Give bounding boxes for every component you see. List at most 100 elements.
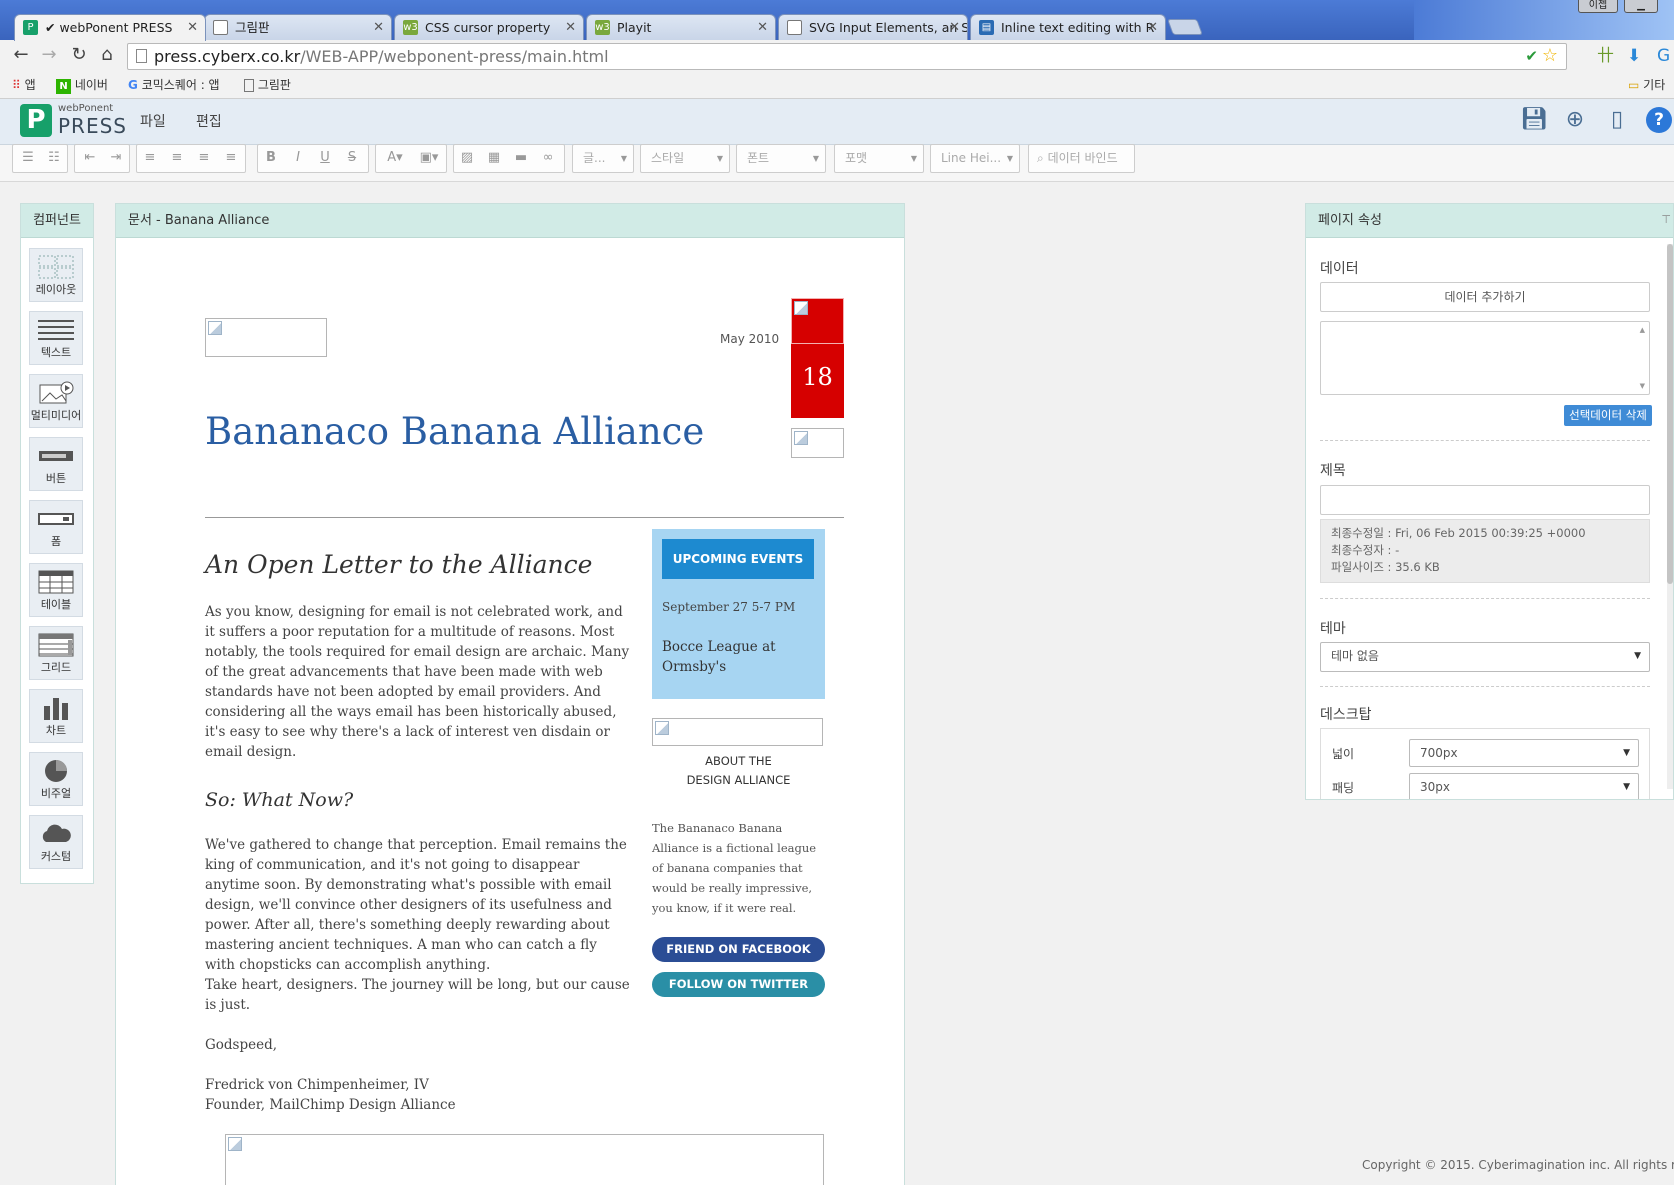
pin-icon[interactable]: ⊤ (1661, 213, 1671, 226)
indent-icon[interactable]: ⇥ (104, 147, 128, 169)
calendar-image[interactable] (791, 298, 844, 344)
component-text[interactable]: 텍스트 (29, 311, 83, 365)
ordered-list-icon[interactable]: ☰ (16, 147, 40, 169)
newsletter-title[interactable]: Bananaco Banana Alliance (205, 410, 704, 453)
bookmark-comicsquare[interactable]: G 코믹스퀘어 : 앱 (128, 72, 220, 98)
forward-icon[interactable]: → (38, 44, 60, 66)
component-grid[interactable]: 그리드 (29, 626, 83, 680)
help-icon[interactable]: ? (1646, 107, 1672, 133)
insert-image-icon[interactable]: ▨ (455, 147, 479, 169)
author-name[interactable]: Fredrick von Chimpenheimer, IV (205, 1075, 630, 1095)
address-bar[interactable]: press.cyberx.co.kr/WEB-APP/webponent-pre… (127, 43, 1567, 70)
other-bookmarks[interactable]: ▭ 기타 (1628, 72, 1665, 98)
format-select[interactable]: 포맷 ▼ (834, 144, 924, 173)
component-layout[interactable]: 레이아웃 (29, 248, 83, 302)
paragraph-intro[interactable]: As you know, designing for email is not … (205, 602, 630, 762)
component-visual[interactable]: 비주얼 (29, 752, 83, 806)
delete-selected-data-button[interactable]: 선택데이터 삭제 (1564, 405, 1652, 426)
close-tab-icon[interactable]: ✕ (757, 15, 768, 40)
component-chart[interactable]: 차트 (29, 689, 83, 743)
align-left-icon[interactable]: ≡ (138, 147, 162, 169)
google-extension-icon[interactable]: G (1657, 46, 1670, 66)
link-icon[interactable]: ∞ (536, 147, 560, 169)
about-text[interactable]: The Bananaco Banana Alliance is a fictio… (652, 818, 827, 918)
heading-open-letter[interactable]: An Open Letter to the Alliance (205, 550, 592, 579)
scroll-up-icon[interactable]: ▲ (1640, 326, 1645, 334)
extension-icon[interactable]: 卄 (1597, 46, 1614, 66)
font-size-select[interactable]: 글... ▼ (572, 144, 634, 173)
unordered-list-icon[interactable]: ☷ (42, 147, 66, 169)
align-justify-icon[interactable]: ≡ (219, 147, 243, 169)
component-form[interactable]: 폼 (29, 500, 83, 554)
width-select[interactable]: 700px ▼ (1409, 739, 1639, 767)
reload-icon[interactable]: ↻ (68, 44, 90, 66)
upcoming-events-header[interactable]: UPCOMING EVENTS (662, 539, 814, 579)
menu-edit[interactable]: 편집 (196, 111, 222, 131)
background-color-icon[interactable]: ▣▾ (414, 147, 444, 169)
sign-off[interactable]: Godspeed, (205, 1035, 630, 1055)
bold-icon[interactable]: B (259, 147, 283, 169)
data-list[interactable]: ▲ ▼ (1320, 321, 1650, 395)
line-height-select[interactable]: Line Hei... ▼ (930, 144, 1020, 173)
save-icon[interactable]: 💾︎ (1520, 107, 1548, 133)
bookmark-paint[interactable]: 그림판 (244, 72, 291, 98)
close-tab-icon[interactable]: ✕ (565, 15, 576, 40)
home-icon[interactable]: ⌂ (96, 44, 118, 66)
align-right-icon[interactable]: ≡ (192, 147, 216, 169)
data-bind-button[interactable]: ⌕ 데이터 바인드 (1028, 144, 1135, 173)
insert-table-icon[interactable]: ▦ (482, 147, 506, 169)
italic-icon[interactable]: I (286, 147, 310, 169)
tab-paint[interactable]: 그림판 ✕ (204, 14, 392, 40)
properties-scrollbar[interactable] (1667, 244, 1673, 789)
window-user-button[interactable]: 이젭 (1578, 0, 1618, 13)
star-bookmark-icon[interactable]: ☆ (1542, 43, 1558, 68)
scrollbar-thumb[interactable] (1667, 244, 1673, 584)
component-button[interactable]: 버튼 (29, 437, 83, 491)
twitter-button[interactable]: FOLLOW ON TWITTER (652, 972, 825, 997)
download-icon[interactable]: ⬇ (1627, 46, 1641, 66)
back-icon[interactable]: ← (10, 44, 32, 66)
paragraph-take-heart[interactable]: Take heart, designers. The journey will … (205, 975, 630, 1015)
underline-icon[interactable]: U (313, 147, 337, 169)
bookmark-apps[interactable]: ⠿ 앱 (12, 72, 36, 98)
header-logo-image[interactable] (205, 318, 327, 357)
footer-image[interactable] (225, 1134, 824, 1185)
theme-select[interactable]: 테마 없음 ▼ (1320, 642, 1650, 672)
component-multimedia[interactable]: 멀티미디어 (29, 374, 83, 428)
tab-webponent-press[interactable]: P ✔ webPonent PRESS ✕ (14, 14, 206, 41)
small-image[interactable] (791, 428, 844, 458)
horizontal-rule-icon[interactable]: ▬ (509, 147, 533, 169)
close-tab-icon[interactable]: ✕ (373, 15, 384, 40)
outdent-icon[interactable]: ⇤ (78, 147, 102, 169)
minimize-button[interactable]: ▁ (1624, 0, 1658, 13)
paragraph-perception[interactable]: We've gathered to change that perception… (205, 835, 630, 975)
strikethrough-icon[interactable]: S (340, 147, 364, 169)
about-image[interactable] (652, 718, 823, 746)
style-select[interactable]: 스타일 ▼ (640, 144, 730, 173)
component-table[interactable]: 테이블 (29, 563, 83, 617)
scroll-down-icon[interactable]: ▼ (1640, 382, 1645, 390)
font-color-icon[interactable]: A▾ (380, 147, 410, 169)
component-custom[interactable]: 커스텀 (29, 815, 83, 869)
tab-playit[interactable]: w3 Playit ✕ (586, 14, 776, 40)
align-center-icon[interactable]: ≡ (165, 147, 189, 169)
subject-input[interactable] (1320, 485, 1650, 515)
event-name[interactable]: Bocce League at Ormsby's (662, 637, 812, 677)
tab-inline-editing[interactable]: ▤ Inline text editing with R ✕ (970, 14, 1166, 40)
tab-css-cursor[interactable]: w3 CSS cursor property ✕ (394, 14, 584, 40)
font-select[interactable]: 폰트 ▼ (736, 144, 826, 173)
new-tab-button[interactable] (1167, 19, 1203, 35)
menu-file[interactable]: 파일 (140, 111, 166, 131)
padding-select[interactable]: 30px ▼ (1409, 773, 1639, 799)
add-data-button[interactable]: 데이터 추가하기 (1320, 282, 1650, 312)
facebook-button[interactable]: FRIEND ON FACEBOOK (652, 937, 825, 962)
target-icon[interactable]: ⊕ (1562, 107, 1588, 133)
heading-what-now[interactable]: So: What Now? (205, 789, 353, 811)
close-tab-icon[interactable]: ✕ (949, 15, 960, 40)
close-tab-icon[interactable]: ✕ (1147, 15, 1158, 40)
translate-icon[interactable]: ✔ (1525, 44, 1538, 69)
mobile-preview-icon[interactable]: ▯ (1604, 107, 1630, 133)
tab-svg-input[interactable]: SVG Input Elements, an S ✕ (778, 14, 968, 40)
bookmark-naver[interactable]: N 네이버 (56, 72, 108, 98)
author-title[interactable]: Founder, MailChimp Design Alliance (205, 1095, 630, 1115)
